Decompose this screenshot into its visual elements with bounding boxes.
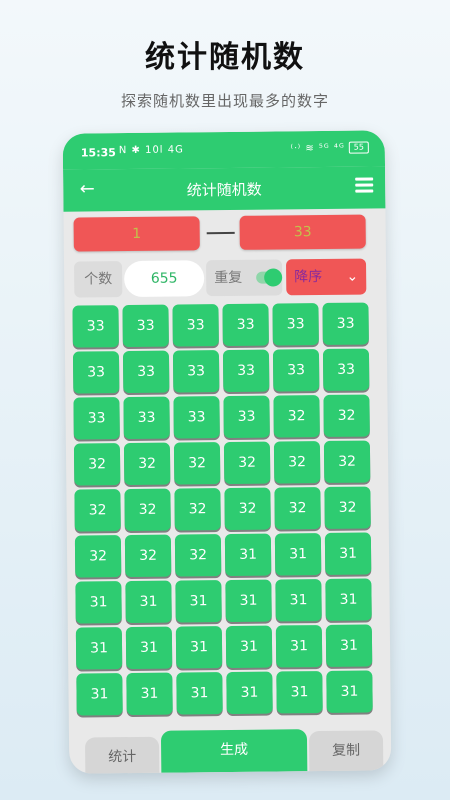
promo-subtitle: 探索随机数里出现最多的数字 bbox=[120, 92, 329, 110]
app-bar: ← 统计随机数 bbox=[63, 166, 386, 212]
result-cell[interactable]: 31 bbox=[325, 578, 372, 621]
result-cell[interactable]: 31 bbox=[76, 673, 123, 716]
result-cell[interactable]: 32 bbox=[74, 535, 122, 578]
app-bar-title: 统计随机数 bbox=[186, 180, 262, 200]
count-input[interactable]: 655 bbox=[123, 260, 205, 298]
result-cell[interactable]: 33 bbox=[272, 349, 320, 392]
status-time: 15:35 bbox=[80, 146, 116, 160]
sort-order-select[interactable]: 降序 ⌄ bbox=[285, 258, 367, 296]
result-cell[interactable]: 33 bbox=[322, 302, 369, 345]
result-cell[interactable]: 33 bbox=[72, 305, 119, 348]
result-cell[interactable]: 33 bbox=[173, 396, 220, 439]
result-cell[interactable]: 31 bbox=[324, 532, 372, 575]
result-cell[interactable]: 32 bbox=[323, 440, 371, 483]
phone-screen: 15:35 N ✱ 10l 4G ⁽ᐧ⁾ ≋ ⁵ᴳ ⁴ᴳ 55 ← 统计随机数 … bbox=[62, 130, 392, 774]
result-cell[interactable]: 31 bbox=[175, 580, 222, 623]
count-label: 个数 bbox=[73, 261, 123, 298]
copy-button[interactable]: 复制 bbox=[308, 730, 384, 774]
result-cell[interactable]: 32 bbox=[323, 394, 370, 437]
result-cell[interactable]: 32 bbox=[73, 443, 121, 486]
result-cell[interactable]: 32 bbox=[173, 442, 221, 485]
result-cell[interactable]: 32 bbox=[174, 488, 221, 531]
result-cell[interactable]: 32 bbox=[124, 534, 172, 578]
result-cell[interactable]: 33 bbox=[72, 351, 120, 394]
result-grid: 33 33 33 33 33 33 33 33 33 33 33 33 33 33 33 33 32 32 32 32… bbox=[72, 302, 376, 716]
status-bar: 15:35 N ✱ 10l 4G ⁽ᐧ⁾ ≋ ⁵ᴳ ⁴ᴳ 55 bbox=[62, 130, 386, 170]
result-cell[interactable]: 31 bbox=[276, 671, 323, 714]
result-cell[interactable]: 32 bbox=[223, 441, 271, 485]
result-cell[interactable]: 33 bbox=[123, 396, 170, 440]
result-cell[interactable]: 32 bbox=[273, 441, 321, 484]
promo-title: 统计随机数 bbox=[145, 40, 305, 75]
result-cell[interactable]: 31 bbox=[75, 627, 123, 670]
result-cell[interactable]: 33 bbox=[122, 350, 170, 394]
repeat-toggle[interactable] bbox=[256, 268, 283, 287]
result-cell[interactable]: 31 bbox=[275, 579, 322, 622]
result-cell[interactable]: 33 bbox=[122, 304, 169, 348]
sort-order-value: 降序 bbox=[294, 268, 323, 286]
stats-button[interactable]: 统计 bbox=[84, 736, 160, 774]
hamburger-menu-icon[interactable] bbox=[355, 177, 374, 193]
result-cell[interactable]: 32 bbox=[124, 488, 171, 532]
result-cell[interactable]: 31 bbox=[325, 624, 373, 667]
result-cell[interactable]: 31 bbox=[226, 671, 273, 715]
result-cell[interactable]: 31 bbox=[224, 533, 272, 577]
result-cell[interactable]: 31 bbox=[176, 672, 223, 715]
result-cell[interactable]: 31 bbox=[326, 670, 373, 713]
range-min-input[interactable]: 1 bbox=[73, 216, 200, 252]
result-cell[interactable]: 32 bbox=[324, 486, 371, 529]
result-cell[interactable]: 32 bbox=[174, 534, 222, 577]
range-max-input[interactable]: 33 bbox=[239, 214, 366, 250]
result-cell[interactable]: 33 bbox=[322, 348, 370, 391]
result-cell[interactable]: 32 bbox=[123, 442, 171, 486]
result-cell[interactable]: 32 bbox=[274, 487, 321, 530]
result-cell[interactable]: 33 bbox=[223, 395, 270, 439]
result-cell[interactable]: 33 bbox=[73, 397, 120, 440]
result-cell[interactable]: 31 bbox=[225, 625, 273, 669]
result-cell[interactable]: 33 bbox=[222, 303, 269, 347]
result-cell[interactable]: 33 bbox=[272, 303, 319, 346]
result-cell[interactable]: 31 bbox=[126, 672, 173, 716]
result-cell[interactable]: 33 bbox=[172, 350, 220, 393]
generate-button[interactable]: 生成 bbox=[160, 729, 308, 773]
result-cell[interactable]: 32 bbox=[74, 489, 121, 532]
result-cell[interactable]: 31 bbox=[274, 533, 322, 576]
range-separator bbox=[206, 231, 235, 235]
status-left-icons: N ✱ 10l 4G bbox=[118, 144, 184, 157]
battery-icon: 55 bbox=[348, 141, 369, 154]
result-cell[interactable]: 31 bbox=[175, 626, 223, 669]
result-cell[interactable]: 32 bbox=[224, 487, 271, 531]
result-cell[interactable]: 31 bbox=[275, 625, 323, 668]
result-cell[interactable]: 31 bbox=[125, 626, 173, 670]
result-cell[interactable]: 33 bbox=[172, 304, 219, 347]
result-cell[interactable]: 31 bbox=[225, 579, 272, 623]
result-cell[interactable]: 32 bbox=[273, 395, 320, 438]
chevron-down-icon: ⌄ bbox=[346, 268, 359, 285]
toggle-knob bbox=[264, 268, 283, 287]
status-signal-icons: ⁽ᐧ⁾ ≋ ⁵ᴳ ⁴ᴳ bbox=[290, 142, 345, 155]
result-cell[interactable]: 31 bbox=[75, 581, 122, 624]
result-cell[interactable]: 31 bbox=[125, 580, 172, 624]
result-cell[interactable]: 33 bbox=[222, 349, 270, 393]
